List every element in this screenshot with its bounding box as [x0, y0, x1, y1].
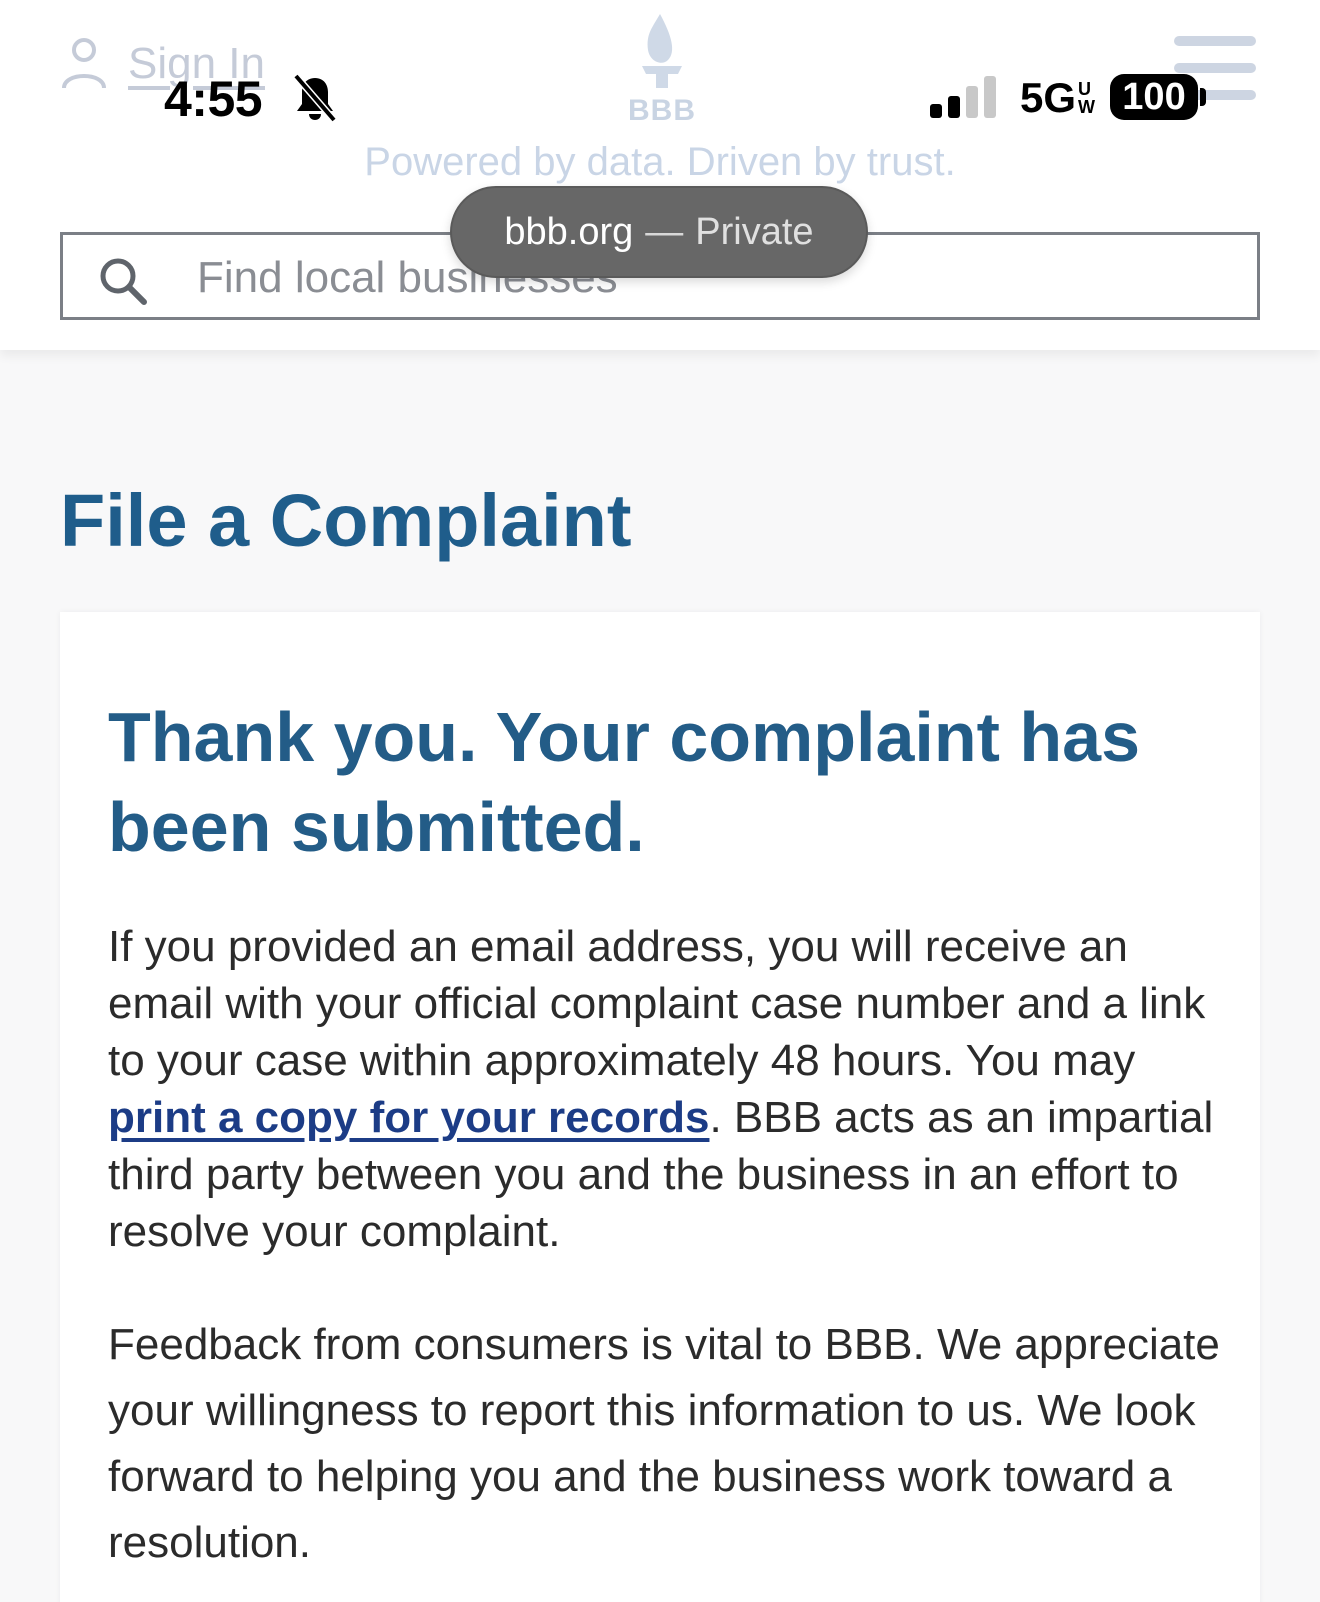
- browsing-mode: Private: [695, 210, 814, 253]
- page: Sign In BBB Powered by data. Driven by t…: [0, 0, 1320, 1602]
- site-header: Sign In BBB Powered by data. Driven by t…: [0, 0, 1320, 350]
- confirmation-heading: Thank you. Your complaint has been submi…: [108, 698, 1141, 866]
- print-copy-link[interactable]: print a copy for your records: [108, 1093, 709, 1142]
- url-separator: —: [645, 210, 684, 253]
- network-suffix-bottom: W: [1078, 97, 1096, 117]
- torch-icon: [642, 14, 682, 88]
- search-icon: [100, 258, 147, 305]
- cellular-signal-icon: [930, 76, 996, 118]
- user-icon: [62, 38, 106, 89]
- url-domain: bbb.org: [504, 210, 634, 253]
- network-type: 5G: [1020, 74, 1077, 121]
- feedback-paragraph: Feedback from consumers is vital to BBB.…: [108, 1320, 1220, 1567]
- logo-text: BBB: [628, 94, 696, 127]
- network-indicator: 5G U W: [1020, 74, 1095, 122]
- bell-slash-icon: [293, 74, 337, 122]
- paragraph-text: If you provided an email address, you wi…: [108, 922, 1206, 1085]
- status-time: 4:55: [164, 71, 263, 127]
- browser-url-pill[interactable]: bbb.org — Private: [450, 186, 868, 278]
- network-suffix-top: U: [1078, 79, 1092, 99]
- confirmation-paragraph: If you provided an email address, you wi…: [108, 918, 1228, 1260]
- battery-indicator: 100: [1110, 74, 1198, 120]
- bbb-logo[interactable]: BBB: [612, 10, 712, 130]
- tagline: Powered by data. Driven by trust.: [364, 140, 956, 184]
- battery-tip: [1200, 88, 1206, 106]
- page-title: File a Complaint: [60, 479, 632, 562]
- confirmation-card: Thank you. Your complaint has been submi…: [60, 612, 1260, 1602]
